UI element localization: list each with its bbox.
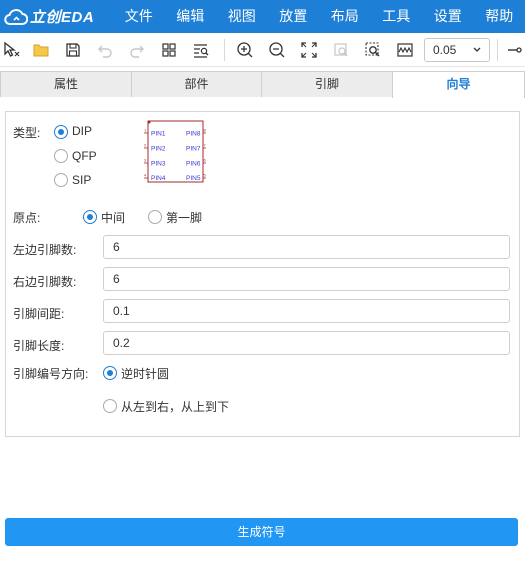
menu-bar: 立创EDA 文件 编辑 视图 放置 布局 工具 设置 帮助 [0,0,525,33]
pin-spacing-label: 引脚间距: [13,307,65,321]
toolbar: 0.05 [0,33,525,67]
zoom-area-icon[interactable] [330,39,352,61]
zoom-value: 0.05 [433,43,457,57]
cloud-logo-icon [4,8,28,25]
origin-radio-center-label[interactable]: 中间 [101,209,125,226]
menu-layout[interactable]: 布局 [319,0,371,33]
preview-pin-left: PIN1 [151,131,166,138]
menu-place[interactable]: 放置 [268,0,320,33]
left-pin-count-label: 左边引脚数: [13,243,77,257]
menu-view[interactable]: 视图 [216,0,268,33]
symbol-preview: PIN1 PIN2 PIN3 PIN4 PIN8 PIN7 PIN6 PIN5 … [144,120,207,183]
menu-edit[interactable]: 编辑 [165,0,217,33]
preview-pin-number: 8 [204,128,207,133]
menu-help[interactable]: 帮助 [474,0,525,33]
right-pin-count-label: 右边引脚数: [13,275,77,289]
waveform-icon[interactable] [394,39,416,61]
app-logo-text: 立创EDA [30,9,95,26]
menu-file[interactable]: 文件 [113,0,165,33]
tab-properties[interactable]: 属性 [0,71,131,97]
panel-tabs: 属性 部件 引脚 向导 [0,71,525,98]
preview-pin-right: PIN8 [186,131,201,138]
folder-open-icon[interactable] [30,39,52,61]
type-radio-dip-label[interactable]: DIP [72,124,92,138]
preview-pin-number: 2 [144,143,147,148]
fit-screen-icon[interactable] [298,39,320,61]
search-list-icon[interactable] [190,39,212,61]
type-radio-sip[interactable] [54,173,68,187]
tab-parts[interactable]: 部件 [131,71,261,97]
tab-pins[interactable]: 引脚 [261,71,392,97]
redo-icon[interactable] [126,39,148,61]
preview-pin-number: 7 [204,143,207,148]
direction-radio-ccw-label[interactable]: 逆时针圆 [121,365,169,382]
type-radio-qfp-label[interactable]: QFP [72,149,97,163]
pin-length-label: 引脚长度: [13,339,65,353]
tab-wizard[interactable]: 向导 [392,71,525,98]
left-pin-count-input[interactable]: 6 [103,235,510,259]
direction-radio-ltr[interactable] [103,399,117,413]
type-label: 类型: [13,126,41,140]
toolbar-divider [497,39,498,61]
pin-length-input[interactable]: 0.2 [103,331,510,355]
menu-tools[interactable]: 工具 [371,0,423,33]
type-radio-dip[interactable] [54,125,68,139]
generate-symbol-button[interactable]: 生成符号 [5,518,518,546]
select-cursor-icon[interactable] [0,39,22,61]
preview-pin-number: 5 [204,173,207,178]
origin-radio-first-pin[interactable] [148,210,162,224]
preview-pin-number: 3 [144,158,147,163]
type-radio-sip-label[interactable]: SIP [72,173,91,187]
direction-radio-ltr-label[interactable]: 从左到右，从上到下 [121,398,229,415]
save-icon[interactable] [62,39,84,61]
menu-settings[interactable]: 设置 [422,0,474,33]
preview-pin-right: PIN6 [186,161,201,168]
preview-pin-number: 1 [144,128,147,133]
pin1-marker [147,120,151,124]
chevron-down-icon [472,42,482,59]
preview-pin-left: PIN4 [151,175,166,182]
zoom-out-icon[interactable] [266,39,288,61]
pin-spacing-input[interactable]: 0.1 [103,299,510,323]
origin-label: 原点: [13,211,41,225]
type-radio-qfp[interactable] [54,149,68,163]
wizard-panel: 类型: DIP QFP SIP PIN1 PIN2 PIN3 PIN4 PIN8… [5,111,520,437]
zoom-select[interactable]: 0.05 [424,38,490,62]
pin-direction-label: 引脚编号方向: [13,367,89,381]
origin-radio-first-pin-label[interactable]: 第一脚 [166,209,202,226]
preview-pin-right: PIN5 [186,175,201,182]
toolbar-divider [224,39,225,61]
preview-pin-number: 4 [144,173,147,178]
preview-pin-number: 6 [204,158,207,163]
zoom-selection-icon[interactable] [362,39,384,61]
origin-radio-center[interactable] [83,210,97,224]
direction-radio-ccw[interactable] [103,366,117,380]
preview-pin-left: PIN2 [151,146,166,153]
undo-icon[interactable] [94,39,116,61]
zoom-in-icon[interactable] [234,39,256,61]
app-logo[interactable]: 立创EDA [0,0,105,33]
preview-pin-left: PIN3 [151,161,166,168]
grid-layout-icon[interactable] [158,39,180,61]
pin-icon[interactable] [503,39,525,61]
preview-pin-right: PIN7 [186,146,201,153]
right-pin-count-input[interactable]: 6 [103,267,510,291]
